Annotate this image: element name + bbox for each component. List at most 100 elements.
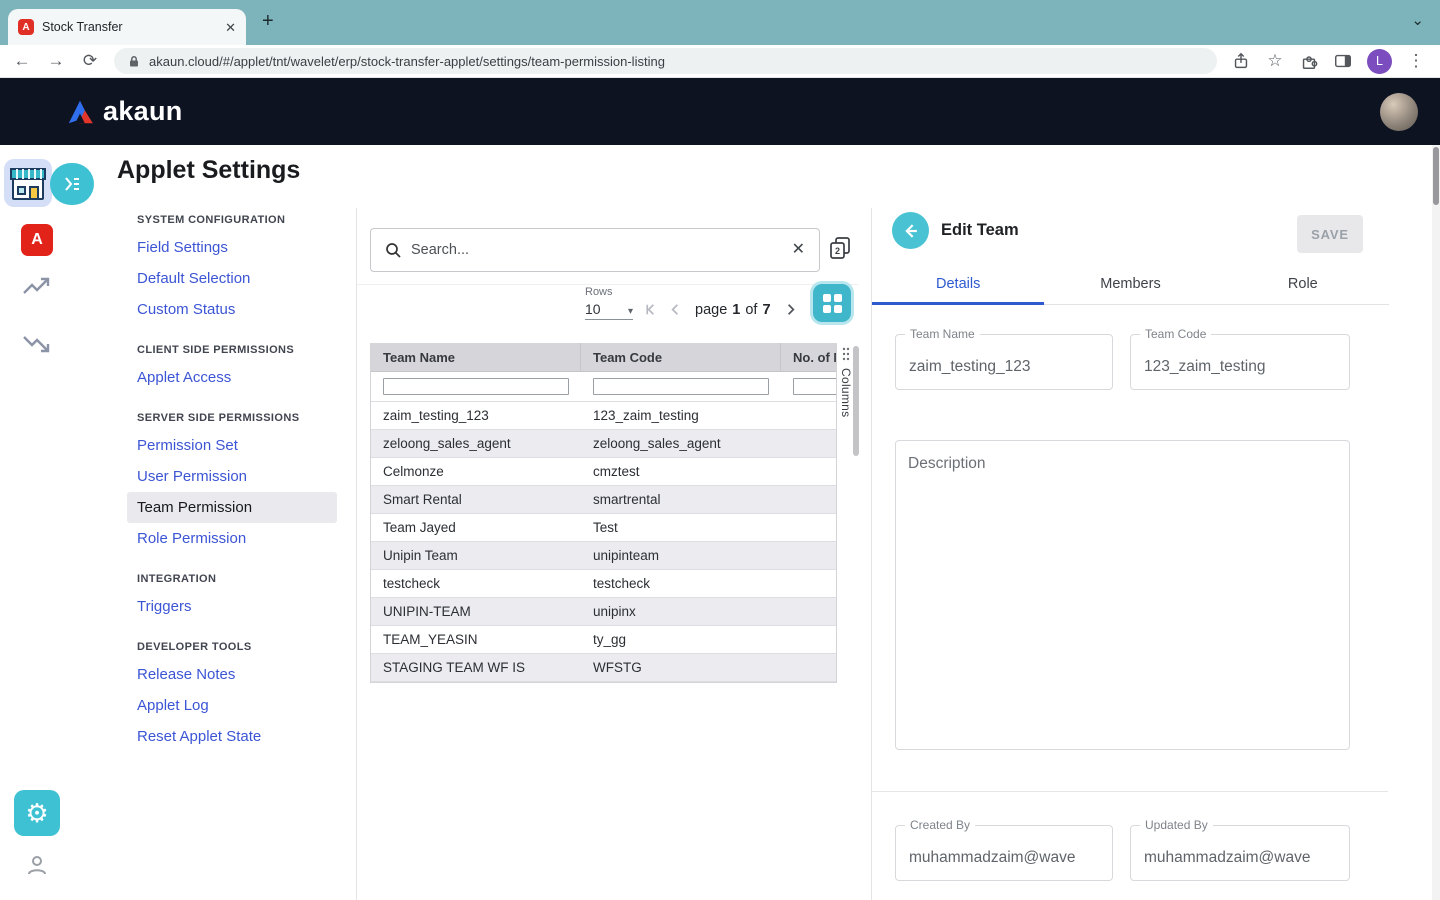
grid-view-button[interactable] [813,284,851,322]
page-indicator: page 1 of 7 [695,302,771,318]
column-header-team-name[interactable]: Team Name [371,343,581,371]
reload-icon[interactable]: ⟳ [80,51,100,71]
grid-icon [823,294,842,313]
updated-by-field: Updated By [1130,825,1350,881]
table-row[interactable]: TEAM_YEASIN ty_gg [371,626,837,654]
url-bar[interactable]: akaun.cloud/#/applet/tnt/wavelet/erp/sto… [114,48,1217,74]
page-title: Applet Settings [117,156,300,185]
share-icon[interactable] [1231,51,1251,71]
sidebar-item-role-permission[interactable]: Role Permission [127,523,337,554]
rows-per-page-select[interactable]: 10 ▾ [585,301,633,320]
sidebar-item-applet-log[interactable]: Applet Log [127,690,337,721]
stock-transfer-applet-icon[interactable] [6,161,50,205]
browser-tab-strip: A Stock Transfer ✕ + ⌄ [0,0,1440,45]
rows-per-page: Rows 10 ▾ [585,286,633,320]
sidebar-item-team-permission[interactable]: Team Permission [127,492,337,523]
menu-section-title: SERVER SIDE PERMISSIONS [137,412,337,424]
sidebar-item-custom-status[interactable]: Custom Status [127,294,337,325]
team-name-input[interactable] [896,335,1112,389]
sidebar-item-reset-applet-state[interactable]: Reset Applet State [127,721,337,752]
drag-grip-icon [841,346,851,362]
column-header-team-code[interactable]: Team Code [581,343,781,371]
browser-profile-avatar[interactable]: L [1367,49,1392,74]
table-scrollbar[interactable] [853,346,859,456]
clear-search-icon[interactable]: ✕ [792,242,805,258]
table-row[interactable]: zaim_testing_123 123_zaim_testing [371,402,837,430]
table-row[interactable]: Smart Rental smartrental [371,486,837,514]
menu-section-integration: INTEGRATION Triggers [127,573,337,622]
sidebar-item-applet-access[interactable]: Applet Access [127,362,337,393]
bookmark-star-icon[interactable]: ☆ [1265,51,1285,71]
url-text: akaun.cloud/#/applet/tnt/wavelet/erp/sto… [149,54,665,69]
column-header-no-of-members[interactable]: No. of Me [781,343,837,371]
table-row[interactable]: zeloong_sales_agent zeloong_sales_agent [371,430,837,458]
search-input[interactable] [411,242,782,258]
akaun-logo-icon [64,97,96,127]
table-row[interactable]: Unipin Team unipinteam [371,542,837,570]
divider-search [357,284,858,285]
team-name-field: Team Name [895,334,1113,390]
trending-up-icon[interactable] [22,273,50,301]
filter-input-team-name[interactable] [383,378,569,395]
expand-sidebar-button[interactable] [50,163,94,205]
extensions-puzzle-icon[interactable] [1299,51,1319,71]
team-code-input[interactable] [1131,335,1349,389]
sidebar-item-field-settings[interactable]: Field Settings [127,232,337,263]
gear-icon: ⚙ [25,798,48,829]
filter-input-no-of-members[interactable] [793,378,837,395]
tab-members[interactable]: Members [1044,264,1216,304]
rows-label: Rows [585,286,633,298]
team-code-field: Team Code [1130,334,1350,390]
new-tab-button[interactable]: + [262,11,274,31]
divider-sidebar [356,208,357,900]
back-button[interactable] [892,212,929,249]
sidebar-item-user-permission[interactable]: User Permission [127,461,337,492]
first-page-button[interactable] [643,301,660,318]
team-permission-table: Team Name Team Code No. of Me zaim_testi… [370,343,837,683]
table-row[interactable]: Team Jayed Test [371,514,837,542]
browser-toolbar: ← → ⟳ akaun.cloud/#/applet/tnt/wavelet/e… [0,45,1440,78]
tab-favicon-icon: A [18,19,34,35]
sidebar-item-permission-set[interactable]: Permission Set [127,430,337,461]
tab-close-icon[interactable]: ✕ [225,21,236,34]
menu-section-title: DEVELOPER TOOLS [137,641,337,653]
sidebar-item-triggers[interactable]: Triggers [127,591,337,622]
akaun-logo[interactable]: akaun [64,96,183,127]
tab-details[interactable]: Details [872,264,1044,304]
filter-input-team-code[interactable] [593,378,769,395]
menu-section-system-configuration: SYSTEM CONFIGURATION Field Settings Defa… [127,214,337,325]
side-panel-icon[interactable] [1333,51,1353,71]
prev-page-button[interactable] [667,301,684,318]
back-icon[interactable]: ← [12,51,32,71]
tab-title: Stock Transfer [42,20,217,34]
columns-panel-toggle[interactable]: Columns [839,346,853,417]
page-scrollbar-track[interactable] [1432,145,1440,900]
account-person-icon[interactable] [25,853,49,877]
menu-section-title: INTEGRATION [137,573,337,585]
table-row[interactable]: UNIPIN-TEAM unipinx [371,598,837,626]
settings-gear-button[interactable]: ⚙ [14,790,60,836]
duplicate-view-icon[interactable]: 2 [828,236,852,260]
table-row[interactable]: Celmonze cmztest [371,458,837,486]
tab-role[interactable]: Role [1217,264,1389,304]
lock-icon [127,54,141,68]
browser-tab[interactable]: A Stock Transfer ✕ [8,9,246,45]
user-avatar[interactable] [1380,93,1418,131]
table-row[interactable]: STAGING TEAM WF IS WFSTG [371,654,837,682]
browser-menu-kebab-icon[interactable]: ⋮ [1406,51,1426,71]
description-textarea[interactable] [896,441,1349,749]
sidebar-item-default-selection[interactable]: Default Selection [127,263,337,294]
sidebar-item-release-notes[interactable]: Release Notes [127,659,337,690]
divider-panels [871,208,872,900]
tab-search-chevron-icon[interactable]: ⌄ [1411,13,1424,28]
table-row[interactable]: testcheck testcheck [371,570,837,598]
trending-down-icon[interactable] [22,329,50,357]
updated-by-input[interactable] [1131,826,1349,880]
next-page-button[interactable] [782,301,799,318]
save-button[interactable]: SAVE [1297,215,1363,253]
created-by-input[interactable] [896,826,1112,880]
forward-icon[interactable]: → [46,51,66,71]
pdf-applet-icon[interactable]: A [21,224,53,256]
pagination: page 1 of 7 [643,301,823,318]
page-scrollbar-thumb[interactable] [1433,147,1439,205]
